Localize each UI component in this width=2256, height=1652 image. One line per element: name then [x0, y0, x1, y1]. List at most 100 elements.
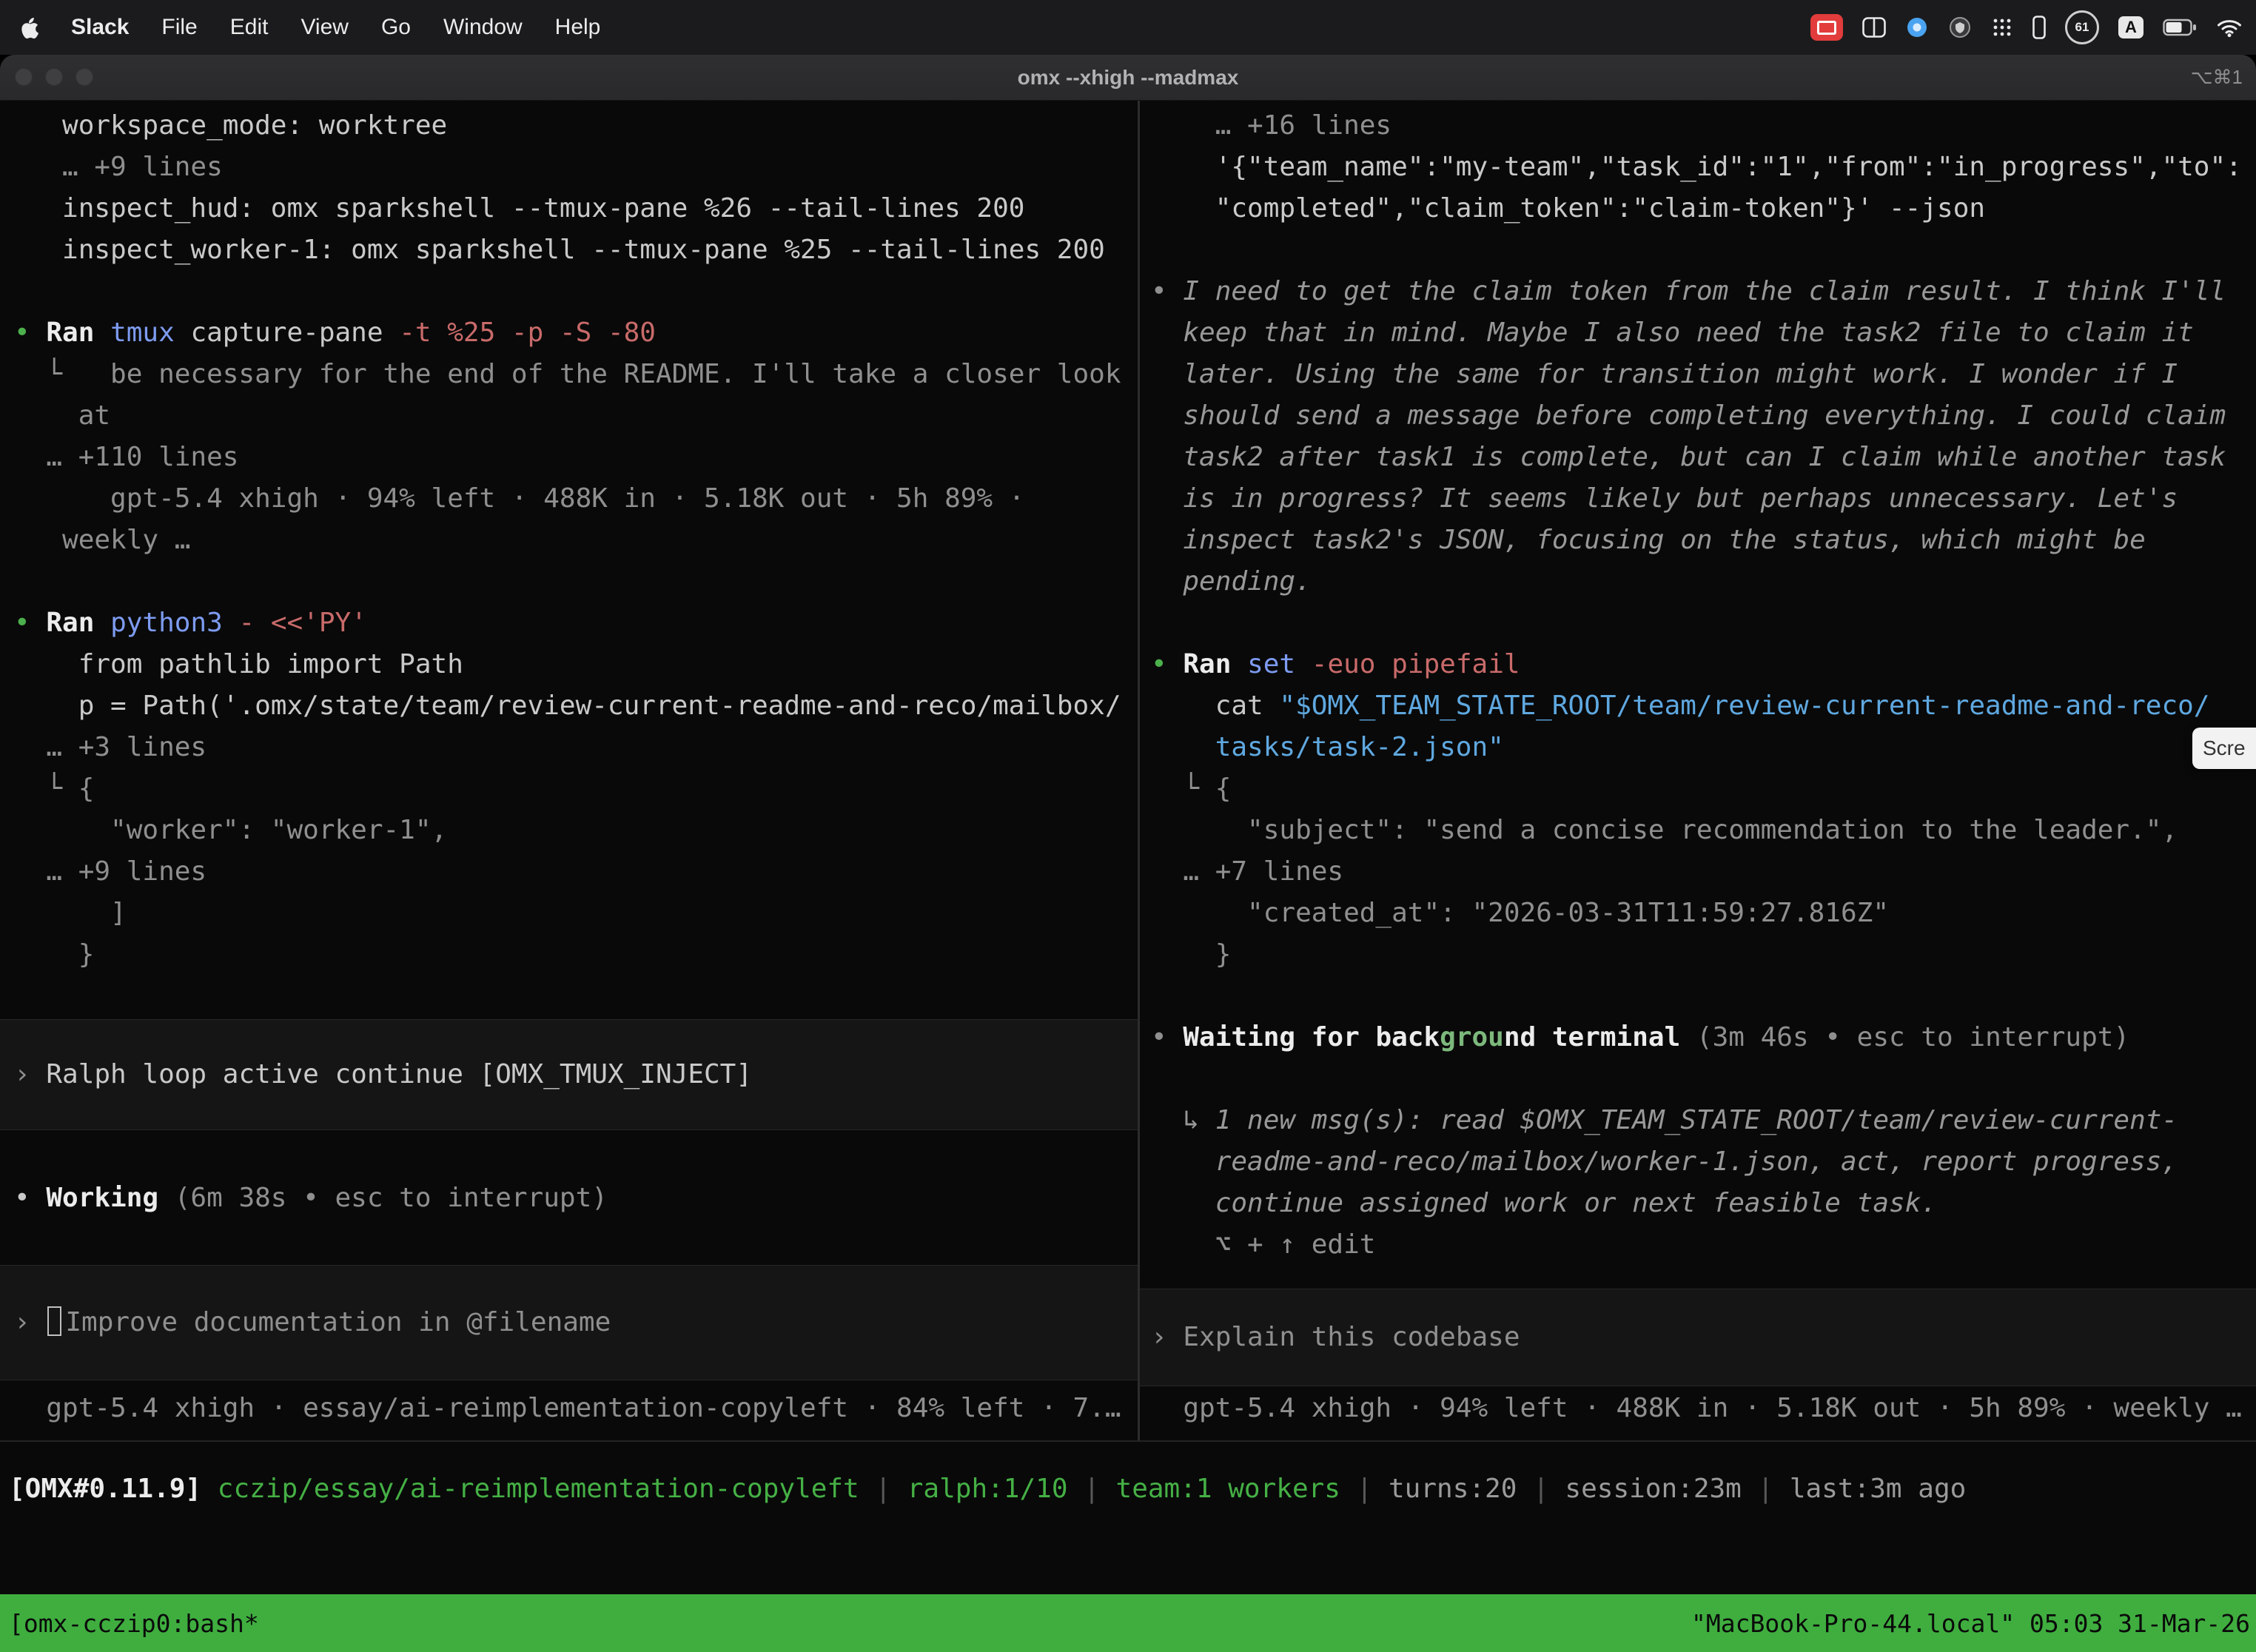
text-segment: |: [1517, 1474, 1565, 1504]
terminal-content[interactable]: workspace_mode: worktree … +9 lines insp…: [0, 101, 2256, 1594]
text-segment: Ran: [46, 608, 110, 638]
working-status-line: • Working (6m 38s • esc to interrupt): [0, 1178, 1138, 1219]
text-segment: |: [1742, 1474, 1790, 1504]
terminal-line: is in progress? It seems likely but perh…: [1140, 478, 2256, 520]
terminal-line: … +110 lines: [0, 437, 1138, 478]
terminal-line: [1140, 976, 2256, 1017]
text-segment: ↳ 1 new msg(s): read $OMX_TEAM_STATE_ROO…: [1151, 1105, 2178, 1135]
left-pane[interactable]: workspace_mode: worktree … +9 lines insp…: [0, 101, 1138, 1440]
terminal-line: … +7 lines: [1140, 851, 2256, 893]
terminal-line: … +16 lines: [1140, 105, 2256, 147]
terminal-line: from pathlib import Path: [0, 644, 1138, 685]
left-input-box[interactable]: › Improve documentation in @filename: [0, 1265, 1138, 1380]
text-segment: Ralph loop active continue [OMX_TMUX_INJ…: [46, 1059, 752, 1089]
text-segment: inspect task2's JSON, focusing on the st…: [1151, 525, 2146, 555]
terminal-line: • Ran python3 - <<'PY': [0, 602, 1138, 644]
terminal-line: [0, 271, 1138, 312]
text-segment: '{"team_name":"my-team","task_id":"1","f…: [1151, 152, 2242, 182]
text-segment: •: [1151, 649, 1183, 679]
window-layout-icon[interactable]: [1862, 11, 1886, 44]
text-segment: … +9 lines: [14, 856, 207, 887]
input-source-icon[interactable]: A: [2118, 16, 2143, 38]
terminal-line: weekly …: [0, 520, 1138, 561]
ralph-loop-line: › Ralph loop active continue [OMX_TMUX_I…: [0, 1054, 752, 1095]
text-segment: [1295, 649, 1312, 679]
menu-window[interactable]: Window: [443, 15, 523, 40]
minimize-button[interactable]: [45, 68, 63, 86]
menu-app-name[interactable]: Slack: [71, 15, 129, 40]
text-segment: grou: [1440, 1022, 1504, 1052]
text-segment: └ {: [1151, 773, 1231, 804]
menu-file[interactable]: File: [161, 15, 197, 40]
text-segment: gpt-5.4 xhigh · 94% left · 488K in · 5.1…: [14, 483, 1024, 514]
text-segment: •: [1151, 1022, 1183, 1052]
text-segment: capture-pane: [175, 318, 399, 348]
text-segment: └ be necessary for the end of the README…: [14, 359, 1121, 389]
menu-edit[interactable]: Edit: [230, 15, 269, 40]
terminal-line: cat "$OMX_TEAM_STATE_ROOT/team/review-cu…: [1140, 685, 2256, 727]
recording-glyph: [1817, 21, 1836, 35]
text-segment: ›: [14, 1059, 46, 1089]
text-segment: should send a message before completing …: [1151, 400, 2226, 431]
menu-go[interactable]: Go: [381, 15, 411, 40]
text-segment: task2 after task1 is complete, but can I…: [1151, 442, 2226, 472]
text-segment: continue assigned work or next feasible …: [1151, 1188, 1937, 1218]
terminal-line: [1140, 602, 2256, 644]
traffic-lights: [15, 68, 93, 86]
menu-bar-status-icons: 61 A: [1810, 10, 2243, 44]
text-cursor: [47, 1306, 61, 1336]
zoom-button[interactable]: [75, 68, 93, 86]
title-bar[interactable]: omx --xhigh --madmax ⌥⌘1: [0, 55, 2256, 101]
menu-help[interactable]: Help: [555, 15, 601, 40]
terminal-line: readme-and-reco/mailbox/worker-1.json, a…: [1140, 1141, 2256, 1183]
terminal-line: later. Using the same for transition mig…: [1140, 354, 2256, 395]
text-segment: keep that in mind. Maybe I also need the…: [1151, 318, 2194, 348]
terminal-line: … +3 lines: [0, 727, 1138, 768]
terminal-line: ]: [0, 893, 1138, 934]
text-segment: •: [14, 1183, 46, 1213]
text-segment: ›: [14, 1307, 46, 1337]
blue-app-icon[interactable]: [1905, 11, 1929, 44]
left-footer-line: gpt-5.4 xhigh · essay/ai-reimplementatio…: [0, 1388, 1138, 1429]
right-input-line[interactable]: › Explain this codebase: [1140, 1317, 1520, 1358]
terminal-line: tasks/task-2.json": [1140, 727, 2256, 768]
text-segment: Ran: [1183, 649, 1247, 679]
app-grid-icon[interactable]: [1991, 11, 2013, 44]
wifi-icon[interactable]: [2216, 11, 2243, 44]
apple-menu-icon[interactable]: [19, 11, 38, 44]
text-segment: team:1 workers: [1116, 1474, 1340, 1504]
tmux-host-time-label: "MacBook-Pro-44.local" 05:03 31-Mar-26: [1691, 1609, 2250, 1638]
screen-notification-popup[interactable]: Scre: [2192, 728, 2256, 769]
input-source-letter: A: [2125, 18, 2137, 37]
text-segment: ralph:1/10: [907, 1474, 1068, 1504]
text-segment: Explain this codebase: [1183, 1322, 1520, 1352]
right-pane[interactable]: … +16 lines '{"team_name":"my-team","tas…: [1140, 101, 2256, 1440]
menu-view[interactable]: View: [301, 15, 348, 40]
battery-icon[interactable]: [2163, 11, 2197, 44]
text-segment: }: [14, 939, 94, 970]
text-segment: from pathlib import Path: [14, 649, 463, 679]
close-button[interactable]: [15, 68, 33, 86]
screen-recording-stop-icon[interactable]: [1810, 14, 1843, 41]
text-segment: workspace_mode: worktree: [14, 110, 447, 141]
phone-icon[interactable]: [2032, 11, 2046, 44]
left-input-line[interactable]: › Improve documentation in @filename: [0, 1302, 611, 1343]
text-segment: "created_at": "2026-03-31T11:59:27.816Z": [1151, 898, 1889, 928]
battery-percent-icon[interactable]: 61: [2065, 10, 2099, 44]
terminal-line: }: [0, 934, 1138, 976]
text-segment: readme-and-reco/mailbox/worker-1.json, a…: [1151, 1146, 2178, 1177]
terminal-line: • Waiting for background terminal (3m 46…: [1140, 1017, 2256, 1058]
right-input-box[interactable]: › Explain this codebase: [1140, 1289, 2256, 1386]
text-segment: "worker": "worker-1",: [14, 815, 447, 845]
shield-icon[interactable]: [1948, 11, 1972, 44]
text-segment: … +3 lines: [14, 732, 207, 762]
terminal-line: • Ran set -euo pipefail: [1140, 644, 2256, 685]
terminal-line: inspect_hud: omx sparkshell --tmux-pane …: [0, 188, 1138, 229]
terminal-line: }: [1140, 934, 2256, 976]
text-segment: [223, 608, 239, 638]
text-segment: session:23m: [1565, 1474, 1741, 1504]
text-segment: }: [1151, 939, 1231, 970]
text-segment: tasks/task-2.json": [1151, 732, 1504, 762]
terminal-line: gpt-5.4 xhigh · 94% left · 488K in · 5.1…: [0, 478, 1138, 520]
text-segment: ›: [1151, 1322, 1183, 1352]
